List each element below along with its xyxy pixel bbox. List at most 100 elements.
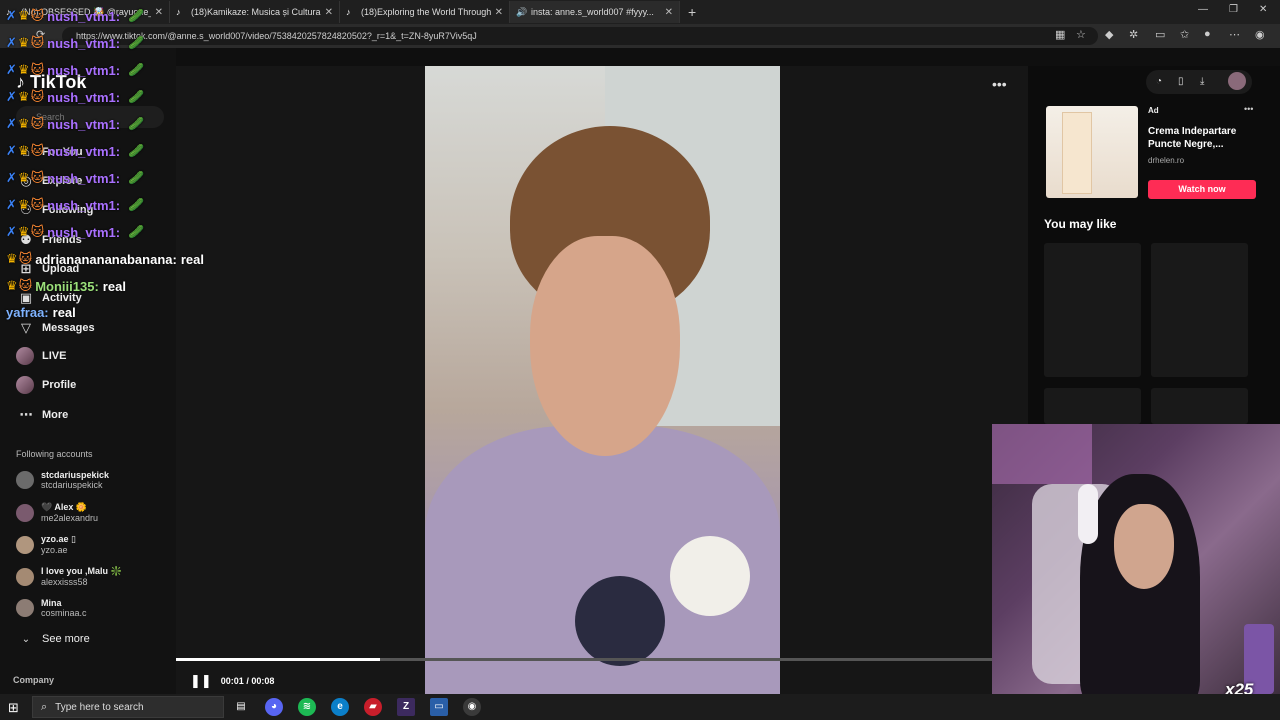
video-time-bar: ❚❚ 00:01 / 00:08: [190, 673, 274, 689]
task-view-icon[interactable]: ▤: [232, 698, 250, 716]
tab-close-icon[interactable]: ✕: [665, 7, 673, 18]
puzzle-icon[interactable]: ✲: [1129, 28, 1138, 41]
user-avatar[interactable]: [1228, 72, 1246, 90]
app-purple-icon[interactable]: Z: [397, 698, 415, 716]
chevron-down-icon: ⌄: [21, 633, 31, 645]
app-blue-icon[interactable]: ▭: [430, 698, 448, 716]
suggested-video-thumb[interactable]: [1044, 388, 1141, 424]
account-handle: yzo.ae: [41, 545, 68, 555]
address-bar-row: https://www.tiktok.com/@anne.s_world007/…: [0, 24, 1280, 48]
taskbar-search[interactable]: ⌕ Type here to search: [32, 696, 224, 718]
suggested-video-thumb[interactable]: [1044, 243, 1141, 377]
nav-live[interactable]: LIVE: [16, 347, 66, 365]
menu-icon[interactable]: ⋯: [1229, 28, 1240, 41]
chat-emote: 🥒: [128, 197, 145, 212]
following-account[interactable]: 🖤 Alex 🌼 me2alexandru: [16, 502, 98, 523]
favorites-icon[interactable]: ✩: [1180, 28, 1189, 41]
webcam-light: [992, 424, 1092, 484]
browser-tab-3[interactable]: ♪ (18)Exploring the World Through... ✕: [340, 1, 510, 23]
browser-tab-4[interactable]: 🔊 insta: anne.s_world007 #fyyy... ✕: [510, 1, 680, 23]
account-name: I love you ,Malu ❇️: [41, 566, 122, 576]
favorite-star-icon[interactable]: ☆: [1076, 28, 1086, 41]
company-link[interactable]: Company: [13, 675, 54, 685]
chat-username: Moniii135:: [35, 278, 99, 294]
profile-avatar-icon[interactable]: ●: [1204, 28, 1211, 40]
chat-emote: 🥒: [128, 224, 145, 239]
video-progress-bar[interactable]: [176, 658, 992, 661]
browser-tab-bar: ♪ (No) OBSESSED 🤯 @rayuone_respo... ✕ ♪ …: [0, 0, 1280, 24]
edge-icon[interactable]: e: [331, 698, 349, 716]
crown-badge-icon: ♛: [17, 197, 30, 212]
sword-badge-icon: ✗: [6, 197, 17, 212]
chat-emote: 🥒: [128, 62, 145, 77]
account-handle: me2alexandru: [41, 513, 99, 523]
nav-profile[interactable]: Profile: [16, 376, 76, 394]
phone-icon[interactable]: ▯: [1178, 76, 1184, 87]
chat-message: ♛ 🐱 adriananananabanana: real: [6, 251, 204, 267]
sword-badge-icon: ✗: [6, 8, 17, 23]
speed-icon[interactable]: ◔: [1156, 76, 1162, 87]
obs-icon[interactable]: ◉: [463, 698, 481, 716]
tab-close-icon[interactable]: ✕: [495, 7, 503, 18]
chat-emote: 🥒: [128, 89, 145, 104]
progress-fill: [176, 658, 380, 661]
discord-icon[interactable]: ◕: [265, 698, 283, 716]
pause-icon[interactable]: ❚❚: [190, 673, 212, 689]
webcam-headset: [1078, 484, 1098, 544]
nav-messages[interactable]: ▽ Messages: [16, 320, 95, 336]
video-player[interactable]: [425, 66, 780, 694]
crown-badge-icon: ♛: [17, 35, 30, 50]
video-more-button[interactable]: •••: [992, 76, 1007, 92]
spotify-icon[interactable]: ≋: [298, 698, 316, 716]
windows-icon[interactable]: ⊞: [8, 700, 19, 716]
cat-badge-icon: 🐱: [30, 89, 45, 104]
close-window-button[interactable]: ✕: [1259, 4, 1267, 15]
copilot-icon[interactable]: ◉: [1255, 28, 1265, 41]
see-more-label: See more: [42, 633, 90, 645]
following-account[interactable]: Mina cosminaa.c: [16, 598, 87, 618]
new-tab-button[interactable]: +: [688, 4, 696, 20]
reader-icon[interactable]: ▦: [1055, 28, 1065, 41]
tiktok-favicon-icon: ♪: [346, 7, 351, 17]
crown-badge-icon: ♛: [17, 143, 30, 158]
following-account[interactable]: I love you ,Malu ❇️ alexxisss58: [16, 566, 122, 587]
suggested-video-thumb[interactable]: [1151, 388, 1248, 424]
extension-icon[interactable]: ◆: [1105, 28, 1113, 41]
tab-close-icon[interactable]: ✕: [155, 7, 163, 18]
maximize-button[interactable]: ❐: [1229, 4, 1238, 15]
see-more-button[interactable]: ⌄ See more: [16, 633, 90, 645]
chat-text: real: [180, 251, 204, 267]
following-account[interactable]: yzo.ae ▯ yzo.ae: [16, 534, 76, 555]
chat-username: nush_vtm1:: [47, 116, 121, 132]
video-face: [530, 236, 680, 456]
cat-badge-icon: 🐱: [30, 170, 45, 185]
cat-badge-icon: 🐱: [18, 278, 33, 293]
app-red-icon[interactable]: ▰: [364, 698, 382, 716]
tab-label: (18)Exploring the World Through...: [361, 7, 491, 17]
ad-image[interactable]: [1046, 106, 1138, 198]
chat-username: nush_vtm1:: [47, 224, 121, 240]
chat-username: nush_vtm1:: [47, 62, 121, 78]
video-time: 00:01 / 00:08: [220, 676, 275, 686]
browser-tab-2[interactable]: ♪ (18)Kamikaze: Musica și Cultura d... ✕: [170, 1, 340, 23]
nav-more[interactable]: ⋯ More: [16, 407, 69, 423]
suggested-video-thumb[interactable]: [1151, 243, 1248, 377]
chat-username: adriananananabanana:: [35, 251, 177, 267]
ad-title[interactable]: Crema Indepartare Puncte Negre,...: [1148, 125, 1248, 151]
chat-message: ✗ ♛ 🐱 nush_vtm1: 🥒: [6, 224, 144, 240]
split-icon[interactable]: ▭: [1155, 28, 1165, 41]
avatar: [16, 535, 34, 554]
tab-close-icon[interactable]: ✕: [325, 7, 333, 18]
chat-username: nush_vtm1:: [47, 89, 121, 105]
following-account[interactable]: stcdariuspekick stcdariuspekick: [16, 470, 109, 490]
watch-now-button[interactable]: Watch now: [1148, 180, 1256, 199]
crown-badge-icon: ♛: [17, 116, 30, 131]
download-icon[interactable]: ⤓: [1200, 76, 1204, 87]
minimize-button[interactable]: —: [1198, 4, 1208, 15]
chat-text: real: [52, 305, 76, 320]
nav-label: LIVE: [42, 350, 67, 362]
tiktok-favicon-icon: ♪: [176, 7, 181, 17]
url-field[interactable]: https://www.tiktok.com/@anne.s_world007/…: [62, 27, 1098, 45]
account-handle: stcdariuspekick: [41, 480, 103, 490]
ad-more-button[interactable]: •••: [1244, 104, 1253, 114]
